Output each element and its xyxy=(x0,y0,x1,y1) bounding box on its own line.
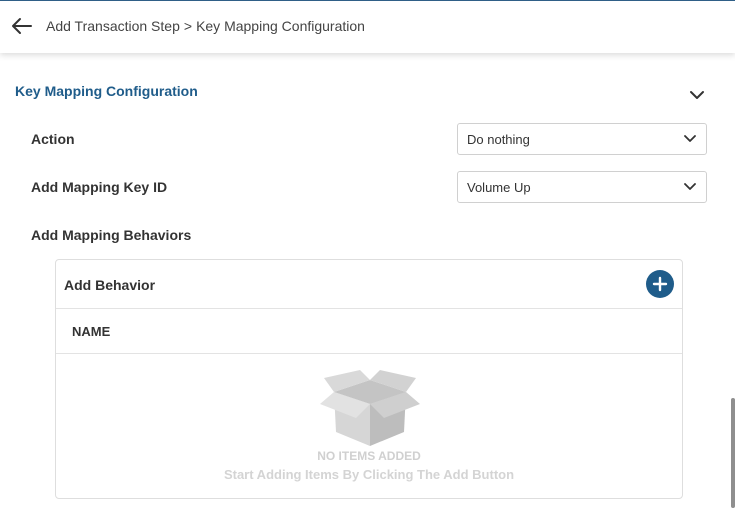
behaviors-card-title: Add Behavior xyxy=(64,277,156,293)
mapping-key-id-select[interactable]: Volume Up xyxy=(457,171,707,203)
open-box-icon xyxy=(320,370,420,446)
action-select-value: Do nothing xyxy=(467,131,530,147)
breadcrumb-current: Key Mapping Configuration xyxy=(196,18,365,34)
breadcrumb-parent[interactable]: Add Transaction Step xyxy=(46,18,180,34)
scrollbar-thumb[interactable] xyxy=(731,398,735,508)
mapping-key-id-value: Volume Up xyxy=(467,179,531,195)
top-bar: Add Transaction Step > Key Mapping Confi… xyxy=(0,0,735,53)
chevron-down-icon xyxy=(684,135,696,142)
chevron-down-icon xyxy=(690,91,704,99)
collapse-button[interactable] xyxy=(689,88,705,100)
arrow-left-icon xyxy=(12,18,32,34)
mapping-behaviors-label: Add Mapping Behaviors xyxy=(31,227,192,243)
plus-icon xyxy=(652,276,668,292)
breadcrumb-separator: > xyxy=(183,18,193,34)
add-behavior-button[interactable] xyxy=(646,270,674,298)
empty-state-subtitle: Start Adding Items By Clicking The Add B… xyxy=(223,467,515,482)
divider xyxy=(56,353,682,354)
empty-state-title: NO ITEMS ADDED xyxy=(317,449,421,463)
divider xyxy=(56,308,682,309)
column-header-name[interactable]: NAME xyxy=(72,324,110,339)
action-label: Action xyxy=(31,131,75,147)
back-button[interactable] xyxy=(11,17,33,35)
mapping-key-id-label: Add Mapping Key ID xyxy=(31,179,168,195)
behaviors-card: Add Behavior NAME NO ITEMS ADDED Start A… xyxy=(55,259,683,499)
section-title[interactable]: Key Mapping Configuration xyxy=(15,83,198,99)
action-select[interactable]: Do nothing xyxy=(457,123,707,155)
breadcrumb: Add Transaction Step > Key Mapping Confi… xyxy=(46,18,365,34)
chevron-down-icon xyxy=(684,183,696,190)
